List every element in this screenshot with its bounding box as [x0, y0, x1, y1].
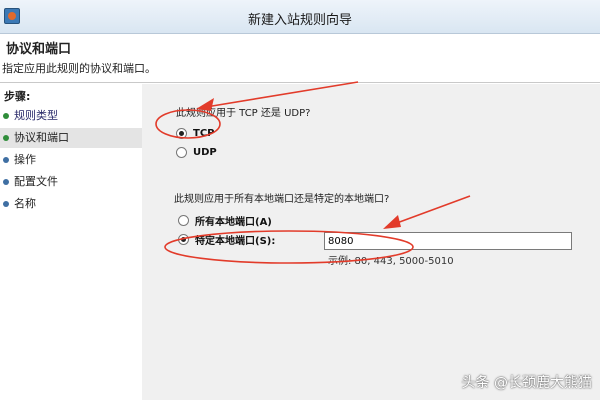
step-label: 操作	[14, 153, 36, 166]
step-name[interactable]: 名称	[0, 194, 142, 214]
wizard-content: 此规则应用于 TCP 还是 UDP? TCP UDP 此规则应用于所有本地端口还…	[142, 84, 600, 400]
ports-question: 此规则应用于所有本地端口还是特定的本地端口?	[174, 194, 390, 205]
step-pending-dot-icon	[3, 157, 9, 163]
step-label: 协议和端口	[14, 131, 69, 144]
ports-example: 示例: 80, 443, 5000-5010	[328, 256, 454, 267]
step-label: 名称	[14, 197, 36, 210]
header-divider	[0, 82, 600, 83]
radio-button-tcp[interactable]	[176, 127, 187, 139]
step-label: 规则类型	[14, 109, 58, 122]
radio-specific-ports[interactable]: 特定本地端口(S):	[178, 231, 275, 247]
step-profile[interactable]: 配置文件	[0, 172, 142, 192]
wizard-header: 协议和端口 指定应用此规则的协议和端口。	[0, 34, 600, 82]
radio-label-specific-ports: 特定本地端口(S):	[195, 235, 276, 247]
watermark-text: 头条 @长颈鹿大熊猫	[461, 375, 592, 391]
page-description: 指定应用此规则的协议和端口。	[2, 62, 156, 75]
radio-label-tcp: TCP	[193, 127, 215, 139]
radio-button-all-ports[interactable]	[178, 214, 189, 226]
step-label: 配置文件	[14, 175, 58, 188]
radio-button-udp[interactable]	[176, 146, 187, 158]
step-action[interactable]: 操作	[0, 150, 142, 170]
step-pending-dot-icon	[3, 201, 9, 207]
protocol-question: 此规则应用于 TCP 还是 UDP?	[176, 108, 311, 119]
radio-all-ports[interactable]: 所有本地端口(A)	[178, 212, 272, 228]
radio-button-specific-ports[interactable]	[178, 233, 189, 245]
step-pending-dot-icon	[3, 179, 9, 185]
step-rule-type[interactable]: 规则类型	[0, 106, 142, 126]
steps-sidebar: 步骤: 规则类型 协议和端口 操作 配置文件 名称	[0, 84, 142, 400]
window-title: 新建入站规则向导	[247, 13, 352, 28]
steps-heading: 步骤:	[4, 90, 31, 103]
title-bar: 新建入站规则向导	[0, 0, 600, 34]
radio-label-udp: UDP	[193, 146, 217, 158]
step-current-dot-icon	[3, 135, 9, 141]
specific-ports-input[interactable]	[324, 232, 572, 250]
page-title: 协议和端口	[6, 42, 72, 57]
step-done-dot-icon	[3, 113, 9, 119]
radio-label-all-ports: 所有本地端口(A)	[195, 216, 272, 228]
radio-udp[interactable]: UDP	[176, 144, 217, 160]
radio-tcp[interactable]: TCP	[176, 125, 215, 141]
step-protocol-and-ports[interactable]: 协议和端口	[0, 128, 142, 148]
